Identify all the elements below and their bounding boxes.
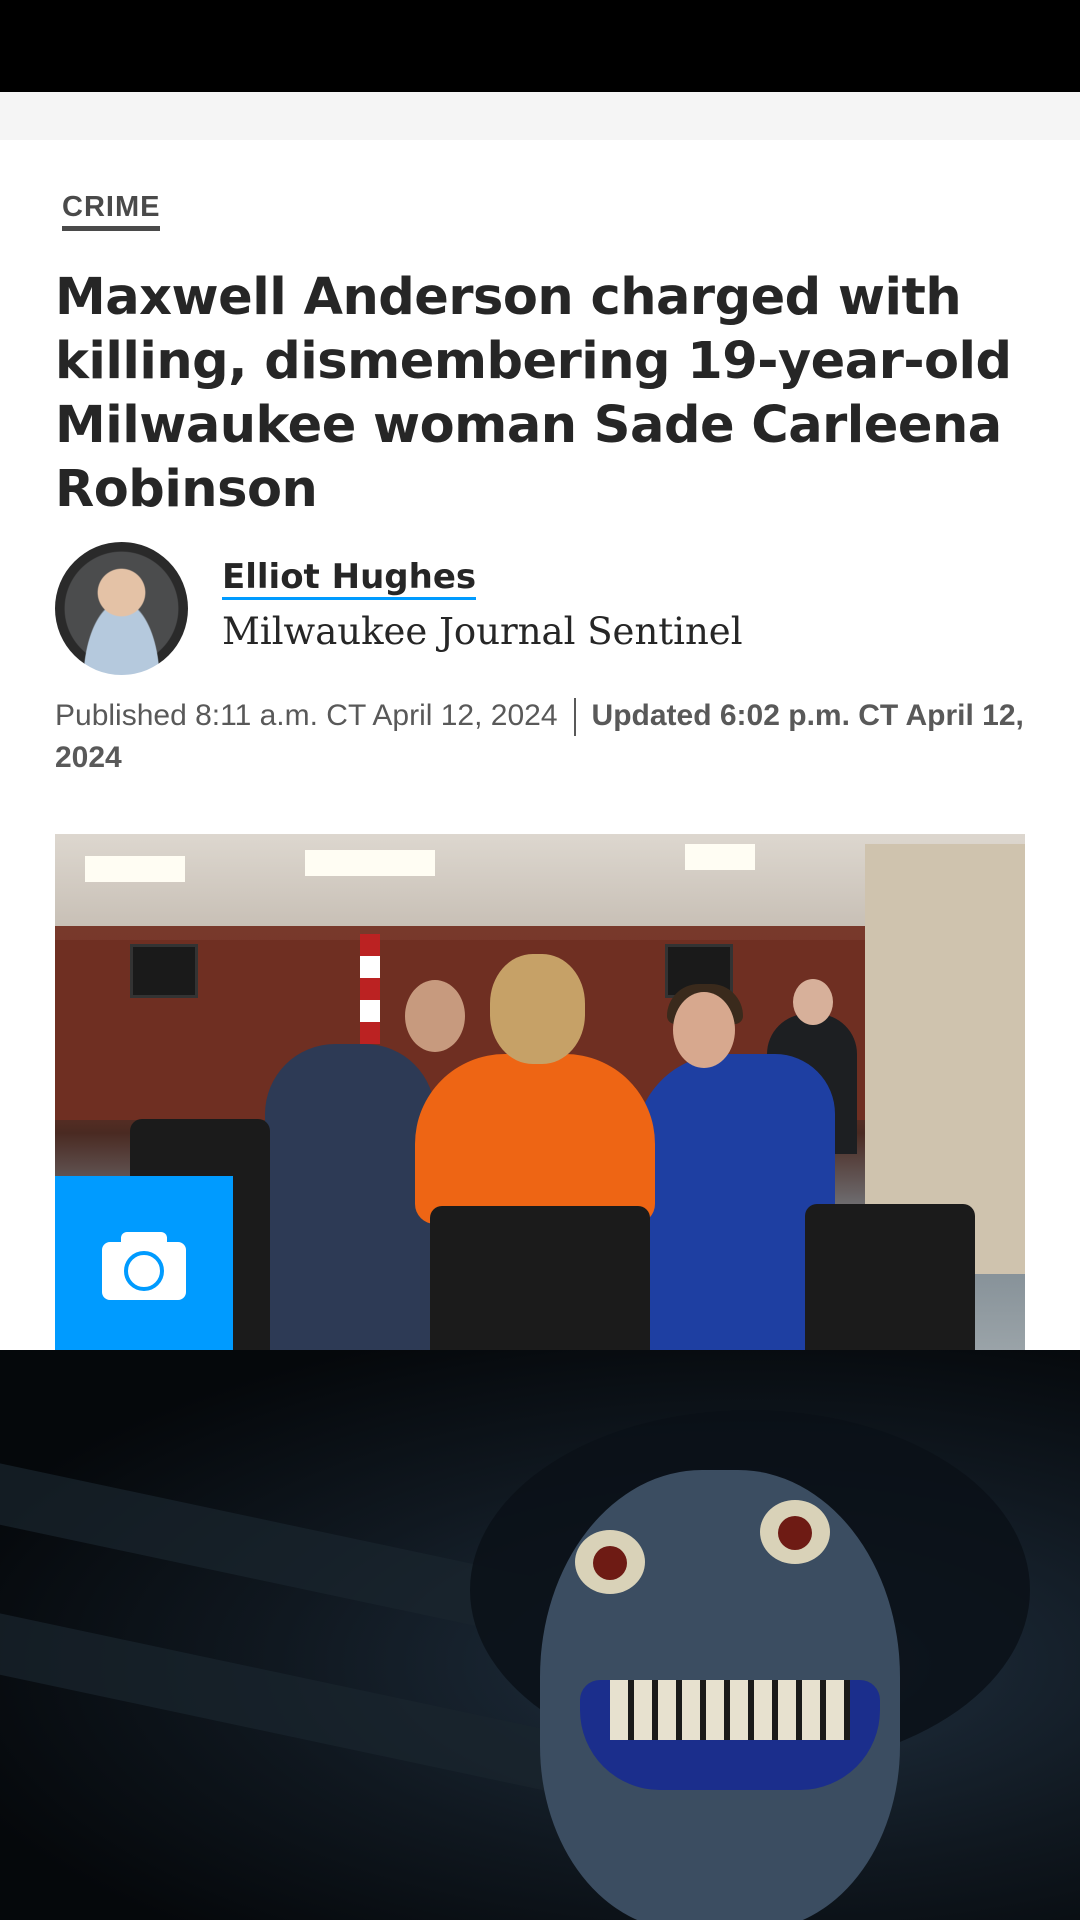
publisher-name: Milwaukee Journal Sentinel [222, 610, 743, 653]
article-headline: Maxwell Anderson charged with killing, d… [55, 268, 1012, 519]
attorney-left [265, 1044, 435, 1350]
character-pupil [778, 1516, 812, 1550]
published-date: Published 8:11 a.m. CT April 12, 2024 [55, 699, 558, 732]
date-separator [573, 698, 576, 737]
chair [805, 1204, 975, 1350]
officer-head [793, 979, 833, 1025]
flag [360, 934, 380, 1044]
character-eye [575, 1530, 645, 1594]
courtroom-tv [130, 944, 198, 998]
character-eye [760, 1500, 830, 1564]
ceiling-light [85, 856, 185, 882]
character-pupil [593, 1546, 627, 1580]
attorney-left-head [405, 980, 465, 1052]
author-avatar[interactable] [55, 542, 188, 675]
ceiling-light [305, 850, 435, 876]
chair [430, 1206, 650, 1350]
article-dates: Published 8:11 a.m. CT April 12, 2024 Upd… [55, 695, 1035, 779]
article-card: CRIME Maxwell Anderson charged with kill… [0, 140, 1080, 1350]
gallery-button[interactable] [55, 1176, 233, 1350]
ceiling-light [685, 844, 755, 870]
camera-lens-icon [124, 1251, 164, 1291]
status-bar [0, 0, 1080, 92]
defendant-figure [415, 1054, 655, 1224]
overlay-meme-image [0, 1350, 1080, 1920]
header-band [0, 92, 1080, 140]
attorney-right-head [673, 992, 735, 1068]
defendant-head [490, 954, 585, 1064]
character-teeth [610, 1680, 850, 1740]
author-name-link[interactable]: Elliot Hughes [222, 558, 477, 600]
lead-photo[interactable] [55, 834, 1025, 1350]
section-label-crime[interactable]: CRIME [62, 190, 161, 231]
